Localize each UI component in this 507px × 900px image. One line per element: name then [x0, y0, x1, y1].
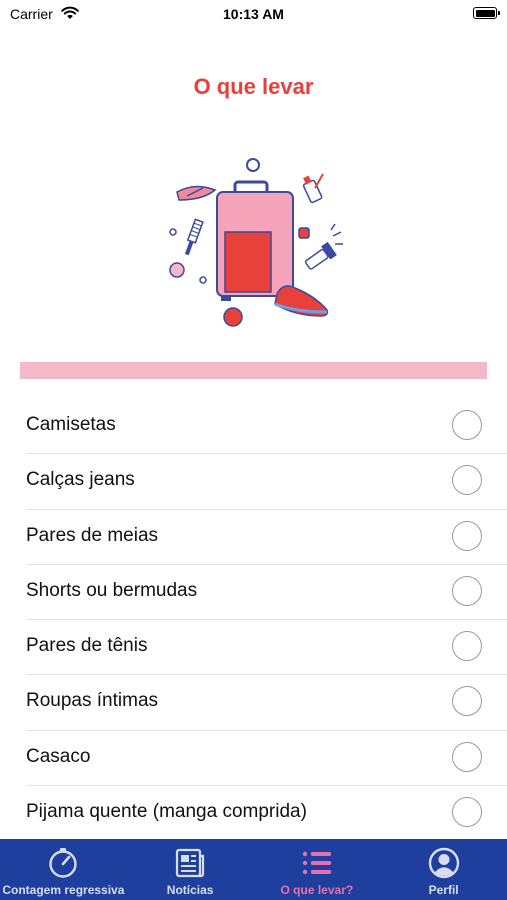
- checklist-item-label: Shorts ou bermudas: [26, 579, 198, 601]
- checklist-radio[interactable]: [452, 741, 482, 772]
- page-title: O que levar: [193, 74, 314, 99]
- checklist-radio[interactable]: [452, 410, 482, 440]
- person-circle-icon: [428, 847, 459, 879]
- checklist-item[interactable]: Pijama quente (manga comprida): [26, 786, 507, 841]
- checklist-item[interactable]: Casaco: [26, 731, 507, 787]
- tab-label: O que levar?: [280, 883, 354, 897]
- checklist-item-label: Camisetas: [26, 414, 116, 435]
- tab-label: Contagem regressiva: [2, 883, 125, 897]
- newspaper-icon: [176, 848, 205, 878]
- battery-icon: [473, 7, 500, 19]
- checklist-radio[interactable]: [452, 631, 482, 662]
- suitcase-illustration: [169, 158, 343, 327]
- checklist-radio[interactable]: [452, 686, 482, 717]
- status-bar: Carrier 10:13 AM: [0, 0, 507, 30]
- checklist-radio[interactable]: [452, 797, 482, 828]
- packing-checklist: Camisetas Calças jeans Pares de meias Sh…: [0, 399, 507, 841]
- stopwatch-icon: [49, 848, 78, 878]
- clock: 10:13 AM: [223, 6, 284, 22]
- tab-news[interactable]: Notícias: [127, 839, 254, 900]
- tab-label: Perfil: [428, 883, 459, 897]
- packing-progress-bar: [20, 362, 487, 379]
- checklist-item-label: Casaco: [26, 745, 91, 767]
- checklist-radio[interactable]: [452, 575, 482, 606]
- checklist-item[interactable]: Pares de meias: [26, 510, 507, 565]
- checklist-radio[interactable]: [452, 520, 482, 551]
- checklist-item-label: Pijama quente (manga comprida): [26, 801, 307, 823]
- tab-bar: Contagem regressiva Notícias O que levar…: [0, 839, 507, 900]
- checklist-item[interactable]: Roupas íntimas: [26, 675, 507, 731]
- checklist-radio[interactable]: [452, 465, 482, 496]
- checklist-item[interactable]: Calças jeans: [26, 454, 507, 510]
- tab-profile[interactable]: Perfil: [380, 839, 507, 900]
- checklist-item-label: Roupas íntimas: [26, 690, 159, 712]
- checklist-item-label: Pares de meias: [26, 524, 159, 546]
- checklist-item[interactable]: Shorts ou bermudas: [26, 565, 507, 621]
- checklist-item[interactable]: Camisetas: [26, 399, 507, 455]
- list-icon: [302, 851, 331, 875]
- checklist-item[interactable]: Pares de tênis: [26, 620, 507, 676]
- tab-countdown[interactable]: Contagem regressiva: [0, 839, 127, 900]
- tab-label: Notícias: [166, 883, 214, 897]
- tab-packing-list[interactable]: O que levar?: [254, 839, 381, 900]
- checklist-item-label: Calças jeans: [26, 469, 135, 491]
- checklist-item-label: Pares de tênis: [26, 635, 148, 657]
